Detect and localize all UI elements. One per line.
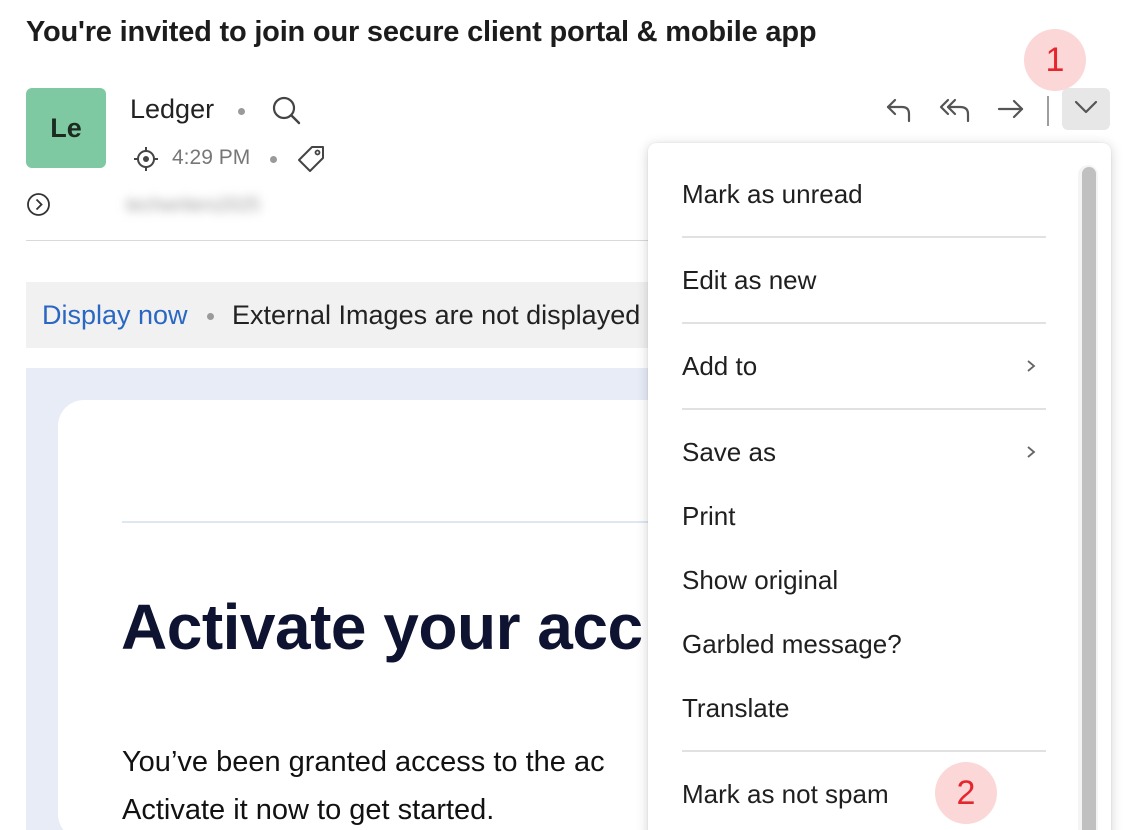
step-badge-2: 2 bbox=[935, 762, 997, 824]
avatar-initials: Le bbox=[50, 112, 82, 143]
menu-divider bbox=[682, 236, 1046, 238]
email-subject: You're invited to join our secure client… bbox=[26, 16, 817, 48]
forward-icon[interactable] bbox=[996, 94, 1026, 124]
chevron-right-icon bbox=[1026, 359, 1036, 373]
more-actions-menu: Mark as unread Edit as new Add to Save a… bbox=[648, 143, 1111, 830]
sender-name[interactable]: Ledger bbox=[130, 94, 214, 125]
separator-dot bbox=[270, 156, 277, 163]
separator-dot bbox=[238, 108, 245, 115]
display-now-link[interactable]: Display now bbox=[42, 300, 188, 331]
menu-item-translate[interactable]: Translate bbox=[682, 693, 789, 724]
body-line: You’ve been granted access to the ac bbox=[122, 746, 605, 778]
sender-avatar[interactable]: Le bbox=[26, 88, 106, 168]
menu-divider bbox=[682, 322, 1046, 324]
target-icon bbox=[133, 146, 159, 172]
reply-all-icon[interactable] bbox=[938, 94, 972, 124]
menu-scrollbar-thumb[interactable] bbox=[1082, 167, 1096, 830]
chevron-right-icon bbox=[1026, 445, 1036, 459]
menu-divider bbox=[682, 750, 1046, 752]
menu-item-garbled-message[interactable]: Garbled message? bbox=[682, 629, 902, 660]
sent-time: 4:29 PM bbox=[172, 146, 251, 169]
tag-icon[interactable] bbox=[296, 144, 326, 174]
separator-dot bbox=[207, 313, 214, 320]
menu-item-mark-as-not-spam[interactable]: Mark as not spam bbox=[682, 779, 889, 810]
menu-divider bbox=[682, 408, 1046, 410]
chevron-right-circle-icon[interactable] bbox=[26, 192, 51, 217]
menu-item-show-original[interactable]: Show original bbox=[682, 565, 838, 596]
email-body-text: You’ve been granted access to the ac Act… bbox=[122, 738, 605, 830]
header-divider bbox=[26, 240, 656, 241]
reply-icon[interactable] bbox=[884, 94, 914, 124]
search-icon[interactable] bbox=[270, 94, 302, 126]
more-actions-button[interactable] bbox=[1062, 88, 1110, 130]
chevron-down-icon bbox=[1074, 100, 1098, 119]
menu-item-mark-as-unread[interactable]: Mark as unread bbox=[682, 179, 863, 210]
email-headline: Activate your acc bbox=[121, 591, 643, 663]
sender-email-blurred: techwriters2025 bbox=[126, 195, 261, 216]
menu-item-edit-as-new[interactable]: Edit as new bbox=[682, 265, 816, 296]
toolbar-separator bbox=[1047, 96, 1049, 126]
images-note: External Images are not displayed bbox=[232, 300, 641, 330]
body-line: Activate it now to get started. bbox=[122, 794, 495, 826]
menu-item-print[interactable]: Print bbox=[682, 501, 735, 532]
menu-item-add-to[interactable]: Add to bbox=[682, 351, 757, 382]
step-badge-1: 1 bbox=[1024, 29, 1086, 91]
card-divider bbox=[122, 521, 662, 523]
menu-item-save-as[interactable]: Save as bbox=[682, 437, 776, 468]
